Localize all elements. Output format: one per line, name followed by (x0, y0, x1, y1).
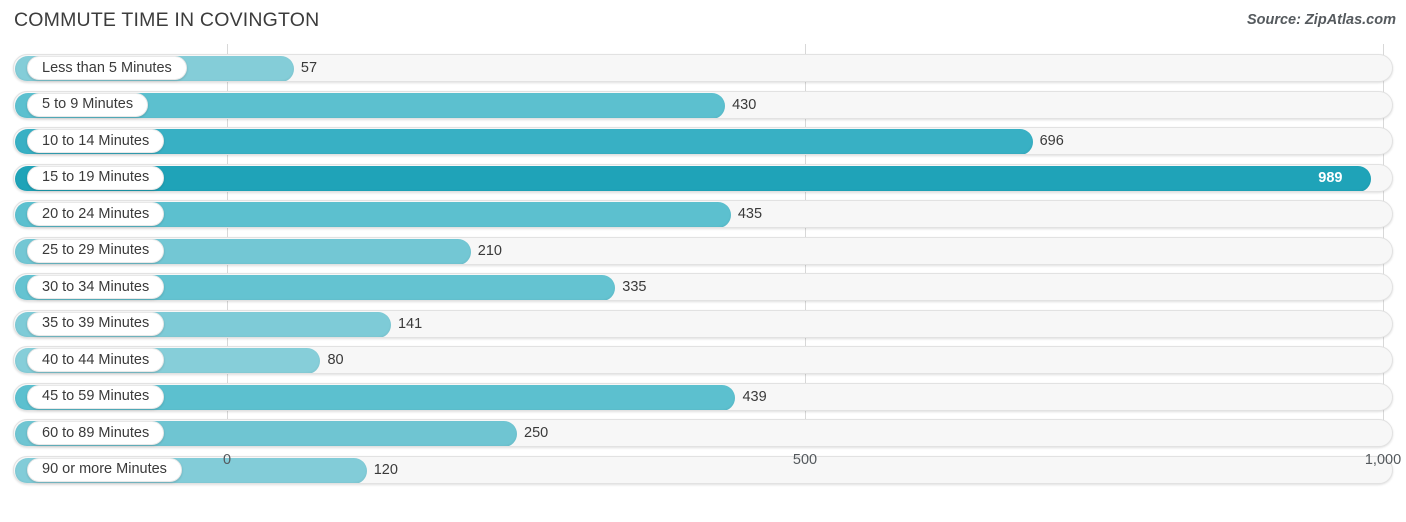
bar-track (13, 273, 1393, 301)
bar-row[interactable]: 25 to 29 Minutes 210 (13, 236, 1393, 265)
bar-fill (15, 129, 1033, 154)
bar-row[interactable]: 30 to 34 Minutes 335 (13, 273, 1393, 301)
bar-track (13, 236, 1393, 265)
x-axis-tick-0: 0 (222, 452, 232, 468)
x-axis: 0 500 1,000 (0, 446, 1406, 484)
bar-row[interactable]: Less than 5 Minutes 57 (13, 54, 1393, 82)
bar-row[interactable]: 10 to 14 Minutes 696 (13, 127, 1393, 155)
bar-value-label: 57 (300, 60, 318, 76)
bar-track (13, 163, 1393, 192)
bar-track (13, 419, 1393, 447)
bar-category-text: 15 to 19 Minutes (42, 169, 150, 186)
bar-row[interactable]: 40 to 44 Minutes 80 (13, 346, 1393, 374)
bar-category-label: 10 to 14 Minutes (27, 129, 165, 153)
bar-row[interactable]: 60 to 89 Minutes 250 (13, 419, 1393, 447)
bar-category-label: 45 to 59 Minutes (27, 384, 165, 409)
x-axis-tick-1000: 1,000 (1364, 452, 1402, 468)
bar-value-label: 439 (742, 388, 767, 405)
bar-value-label: 80 (327, 352, 344, 368)
bar-row[interactable]: 35 to 39 Minutes 141 (13, 309, 1393, 338)
bar-category-text: 60 to 89 Minutes (42, 424, 150, 441)
bar-row[interactable]: 15 to 19 Minutes 989 (13, 163, 1393, 192)
source-attribution: Source: ZipAtlas.com (1246, 12, 1396, 28)
bar-track (13, 54, 1393, 82)
bar-track (13, 90, 1393, 119)
bar-category-text: 40 to 44 Minutes (42, 351, 150, 368)
bar-rows: Less than 5 Minutes 57 5 to 9 Minutes 430 10… (0, 44, 1406, 484)
bar-category-text: Less than 5 Minutes (42, 59, 172, 76)
bar-category-text: 25 to 29 Minutes (42, 242, 150, 259)
bar-value-label: 250 (524, 425, 549, 441)
bar-category-label: 20 to 24 Minutes (27, 202, 165, 226)
bar-track (13, 346, 1393, 374)
bar-row[interactable]: 5 to 9 Minutes 430 (13, 90, 1393, 119)
x-axis-tick-500: 500 (792, 452, 818, 468)
bar-value-label: 696 (1039, 133, 1064, 149)
bar-category-label: 35 to 39 Minutes (27, 311, 165, 336)
bar-row[interactable]: 45 to 59 Minutes 439 (13, 382, 1393, 411)
bar-value-label: 989 (1318, 169, 1343, 186)
bar-category-label: 30 to 34 Minutes (27, 275, 165, 299)
bar-category-text: 35 to 39 Minutes (42, 315, 150, 332)
bar-row[interactable]: 20 to 24 Minutes 435 (13, 200, 1393, 228)
page-title: COMMUTE TIME IN COVINGTON (14, 9, 320, 31)
bar-value-label: 335 (622, 279, 647, 295)
bar-category-label: 40 to 44 Minutes (27, 348, 165, 372)
bar-category-label: 60 to 89 Minutes (27, 421, 165, 445)
bar-category-text: 20 to 24 Minutes (42, 205, 150, 222)
chart-plot-area: Less than 5 Minutes 57 5 to 9 Minutes 430 10… (0, 44, 1406, 484)
bar-category-text: 10 to 14 Minutes (42, 132, 150, 149)
bar-category-label: 25 to 29 Minutes (27, 238, 165, 263)
bar-track (13, 309, 1393, 338)
bar-category-text: 30 to 34 Minutes (42, 278, 150, 295)
bar-fill (15, 165, 1372, 191)
chart-header: COMMUTE TIME IN COVINGTON Source: ZipAtl… (0, 0, 1406, 44)
bar-category-text: 45 to 59 Minutes (42, 388, 150, 405)
bar-track (13, 200, 1393, 228)
bar-value-label: 210 (477, 242, 502, 259)
bar-track (13, 382, 1393, 411)
bar-track (13, 127, 1393, 155)
bar-category-label: 5 to 9 Minutes (27, 92, 149, 117)
bar-value-label: 435 (737, 206, 763, 222)
bar-category-label: Less than 5 Minutes (27, 56, 187, 80)
bar-category-text: 5 to 9 Minutes (42, 96, 134, 113)
bar-category-label: 15 to 19 Minutes (27, 165, 165, 190)
bar-value-label: 430 (732, 96, 757, 113)
bar-value-label: 141 (397, 315, 423, 332)
